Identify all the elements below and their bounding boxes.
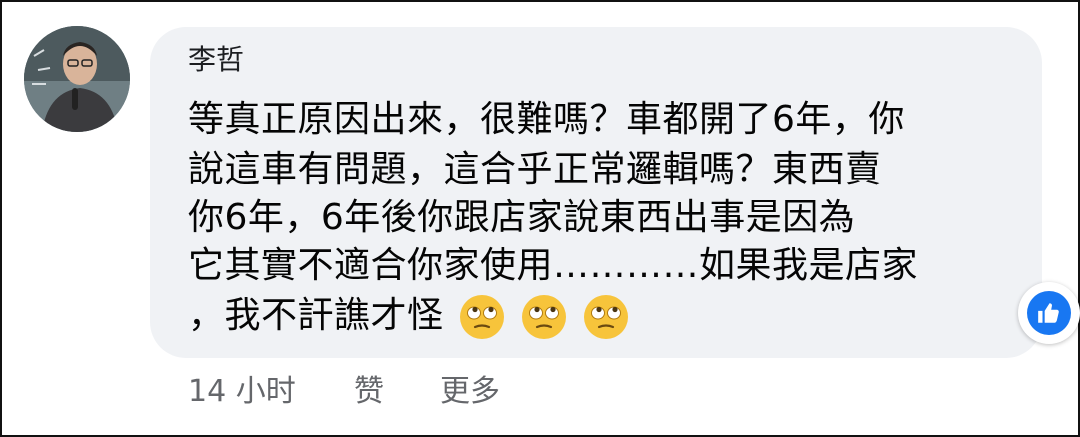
like-reaction (1027, 291, 1071, 335)
eye-roll-emoji (460, 295, 505, 339)
comment-body-line: 你6年，6年後你跟店家說東西出事是因為 (188, 197, 856, 238)
comment-body-line: 說這車有問題，這合乎正常邏輯嗎？東西賣 (188, 149, 882, 190)
comment-body-line: 它其實不適合你家使用…………如果我是店家 (188, 245, 919, 286)
comment-body-line: 等真正原因出來，很難嗎？車都開了6年，你 (188, 99, 905, 140)
more-link[interactable]: 更多 (440, 372, 500, 412)
avatar-photo (24, 26, 130, 132)
comment-body-text: ，我不訐譙才怪 (188, 295, 444, 336)
comment-body-line-last: ，我不訐譙才怪 (188, 294, 629, 340)
reaction-badge[interactable] (1018, 282, 1080, 344)
avatar[interactable] (24, 26, 130, 132)
like-link[interactable]: 赞 (354, 372, 384, 412)
eye-roll-emoji (522, 295, 567, 339)
comment-author[interactable]: 李哲 (188, 40, 244, 80)
eye-roll-emoji (584, 295, 629, 339)
comment-timestamp[interactable]: 14 小时 (188, 372, 296, 412)
thumbs-up-icon (1038, 303, 1059, 323)
